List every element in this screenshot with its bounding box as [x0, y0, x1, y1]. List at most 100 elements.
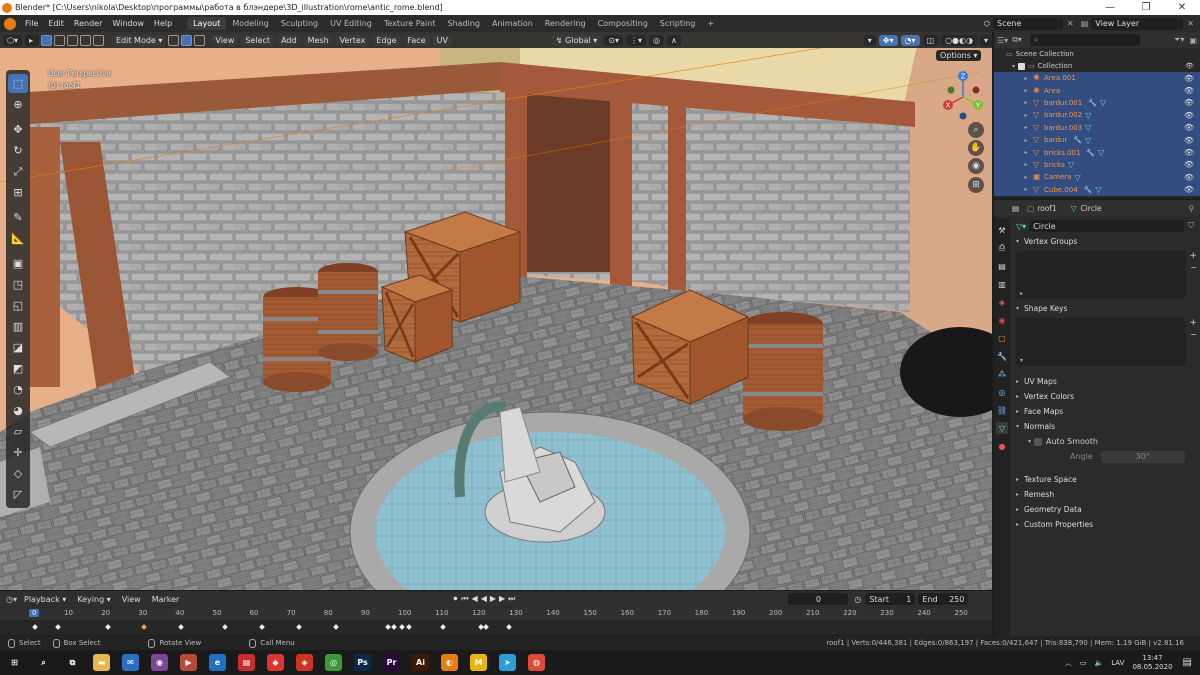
scale-tool[interactable]: ⤢ [8, 162, 28, 181]
current-frame-field[interactable]: 0 [788, 593, 849, 605]
mesh-data-icon[interactable]: ▽ [1085, 123, 1091, 132]
list-expand-arrow-icon[interactable]: ▸ [1020, 290, 1023, 297]
eye-icon[interactable]: 👁 [1185, 62, 1194, 70]
vpn-icon[interactable]: ◈ [296, 654, 313, 671]
menu-marker[interactable]: Marker [148, 594, 184, 605]
tool-tab-icon[interactable]: ⚒ [996, 224, 1008, 236]
outliner-item[interactable]: ▸ ▽ bardur 🔧 ▽ 👁 [994, 133, 1200, 147]
vertex-select-icon[interactable] [168, 34, 180, 46]
panel-normals[interactable]: ▾ Normals [1010, 419, 1200, 434]
physics-tab-icon[interactable]: ◎ [996, 386, 1008, 398]
workspace-tab-compositing[interactable]: Compositing [592, 17, 654, 30]
eye-icon[interactable]: 👁 [1184, 111, 1194, 120]
outliner-search-input[interactable]: ⌕ [1029, 34, 1140, 46]
edge-slide-tool[interactable]: ▱ [8, 422, 28, 441]
menu-window[interactable]: Window [107, 19, 149, 28]
knife-tool[interactable]: ◪ [8, 338, 28, 357]
edge-select-icon[interactable] [181, 34, 193, 46]
menu-help[interactable]: Help [149, 19, 177, 28]
record-icon[interactable]: ⏺ [453, 594, 457, 604]
mesh-data-icon[interactable]: ▽ [1085, 136, 1091, 145]
illustrator-icon[interactable]: Ai [412, 654, 429, 671]
expand-arrow-icon[interactable]: ▸ [1022, 87, 1030, 94]
modifier-tab-icon[interactable]: 🔧 [996, 350, 1008, 362]
expand-arrow-icon[interactable]: ▸ [1022, 112, 1030, 119]
workspace-tab-shading[interactable]: Shading [441, 17, 486, 30]
angle-field[interactable]: 30° [1100, 450, 1185, 463]
eye-icon[interactable]: 👁 [1184, 148, 1194, 157]
subpanel-arrow-icon[interactable]: ▾ [1028, 438, 1031, 445]
outliner-item[interactable]: ▸ ▽ bardur.003 ▽ 👁 [994, 121, 1200, 134]
add-workspace-button[interactable]: + [701, 17, 720, 30]
premiere-icon[interactable]: Pr [383, 654, 400, 671]
annotate-tool[interactable]: ✎ [8, 208, 28, 227]
preview-range-icon[interactable]: ◷ [854, 595, 861, 604]
xbox-icon[interactable]: ◎ [325, 654, 342, 671]
maps-icon[interactable]: ◆ [267, 654, 284, 671]
m-app-icon[interactable]: M [470, 654, 487, 671]
falloff-dropdown[interactable]: ∧ [666, 34, 681, 46]
workspace-tab-rendering[interactable]: Rendering [539, 17, 592, 30]
menu-render[interactable]: Render [69, 19, 107, 28]
search-icon[interactable]: ⌕ [35, 654, 52, 671]
rotate-tool[interactable]: ↻ [8, 141, 28, 160]
timeline-editor-icon[interactable]: ◷▾ [6, 595, 17, 604]
blender-menu-icon[interactable] [4, 17, 16, 30]
workspace-tab-texture-paint[interactable]: Texture Paint [378, 17, 442, 30]
expand-arrow-icon[interactable]: ▸ [1022, 75, 1030, 82]
chrome-icon[interactable]: ◍ [528, 654, 545, 671]
constraints-tab-icon[interactable]: ⛓ [996, 404, 1008, 416]
vertex-groups-list[interactable]: + − ▸ [1016, 251, 1197, 299]
add-shape-key-button[interactable]: + [1189, 318, 1197, 328]
shading-modes[interactable]: ○●◐◑ [941, 34, 977, 46]
timeline-keyframes[interactable] [0, 620, 992, 635]
object-tab-icon[interactable]: ▢ [996, 332, 1008, 344]
select-mode-new-icon[interactable] [41, 34, 52, 46]
workspace-tab-animation[interactable]: Animation [486, 17, 539, 30]
eye-icon[interactable]: 👁 [1184, 185, 1194, 194]
volume-icon[interactable]: 🔈 [1095, 659, 1104, 667]
outliner-item[interactable]: ▸ ▣ Camera ▽ 👁 [994, 171, 1200, 184]
add-vertex-group-button[interactable]: + [1189, 251, 1197, 261]
eye-icon[interactable]: 👁 [1184, 123, 1194, 132]
spin-tool[interactable]: ◔ [8, 380, 28, 399]
minimize-button[interactable]: — [1092, 2, 1128, 13]
panel-custom-properties[interactable]: ▸ Custom Properties [1010, 517, 1200, 532]
maximize-button[interactable]: ❐ [1128, 2, 1164, 13]
panel-face-maps[interactable]: ▸ Face Maps [1010, 404, 1200, 419]
eye-icon[interactable]: 👁 [1184, 136, 1194, 145]
panel-texture-space[interactable]: ▸ Texture Space [1010, 472, 1200, 487]
auto-smooth-checkbox[interactable] [1034, 437, 1043, 446]
eye-icon[interactable]: 👁 [1184, 160, 1194, 169]
mesh-data-tab-icon[interactable]: ▽ [996, 422, 1008, 434]
editor-type-button[interactable]: ⬡▾ [3, 34, 22, 46]
camera-view-icon[interactable]: ◉ [968, 158, 984, 174]
outliner-item[interactable]: ▸ ▽ bricks.001 🔧 ▽ 👁 [994, 146, 1200, 159]
outliner-editor-icon[interactable]: ☰▾ [997, 36, 1008, 45]
measure-tool[interactable]: 📐 [8, 229, 28, 248]
poly-build-tool[interactable]: ◩ [8, 359, 28, 378]
menu-playback[interactable]: Playback ▾ [20, 594, 70, 605]
task-view-icon[interactable]: ⧉ [64, 654, 81, 671]
outliner-item[interactable]: ▸ ▽ Cube.004 🔧 ▽ 👁 [994, 183, 1200, 196]
media-icon[interactable]: ▶ [180, 654, 197, 671]
world-tab-icon[interactable]: ◉ [996, 314, 1008, 326]
filter-icon[interactable]: ⏷▾ [1174, 35, 1184, 45]
collection-row[interactable]: ▾ ▭ Collection 👁 [994, 60, 1200, 72]
eye-icon[interactable]: 👁 [1184, 74, 1194, 83]
list-expand-arrow-icon[interactable]: ▾ [1020, 357, 1023, 364]
outliner-item[interactable]: ▸ ▽ bardur.001 🔧 ▽ 👁 [994, 96, 1200, 110]
edge-icon[interactable]: e [209, 654, 226, 671]
menu-edit[interactable]: Edit [43, 19, 69, 28]
telegram-icon[interactable]: ➤ [499, 654, 516, 671]
view-layer-close-icon[interactable]: ✕ [1187, 19, 1194, 28]
new-collection-icon[interactable]: ▣ [1189, 36, 1197, 45]
menu-file[interactable]: File [20, 19, 43, 28]
cursor-tool[interactable]: ⊕ [8, 95, 28, 114]
select-box-tool[interactable]: ⬚ [8, 74, 28, 93]
scene-tab-icon[interactable]: ◈ [996, 296, 1008, 308]
remove-shape-key-button[interactable]: − [1190, 330, 1197, 339]
collapse-arrow-icon[interactable]: ▾ [1012, 63, 1015, 70]
outliner-item[interactable]: ▸ ▽ bardur.002 ▽ 👁 [994, 109, 1200, 122]
proportional-edit-toggle[interactable]: ◎ [649, 34, 664, 46]
